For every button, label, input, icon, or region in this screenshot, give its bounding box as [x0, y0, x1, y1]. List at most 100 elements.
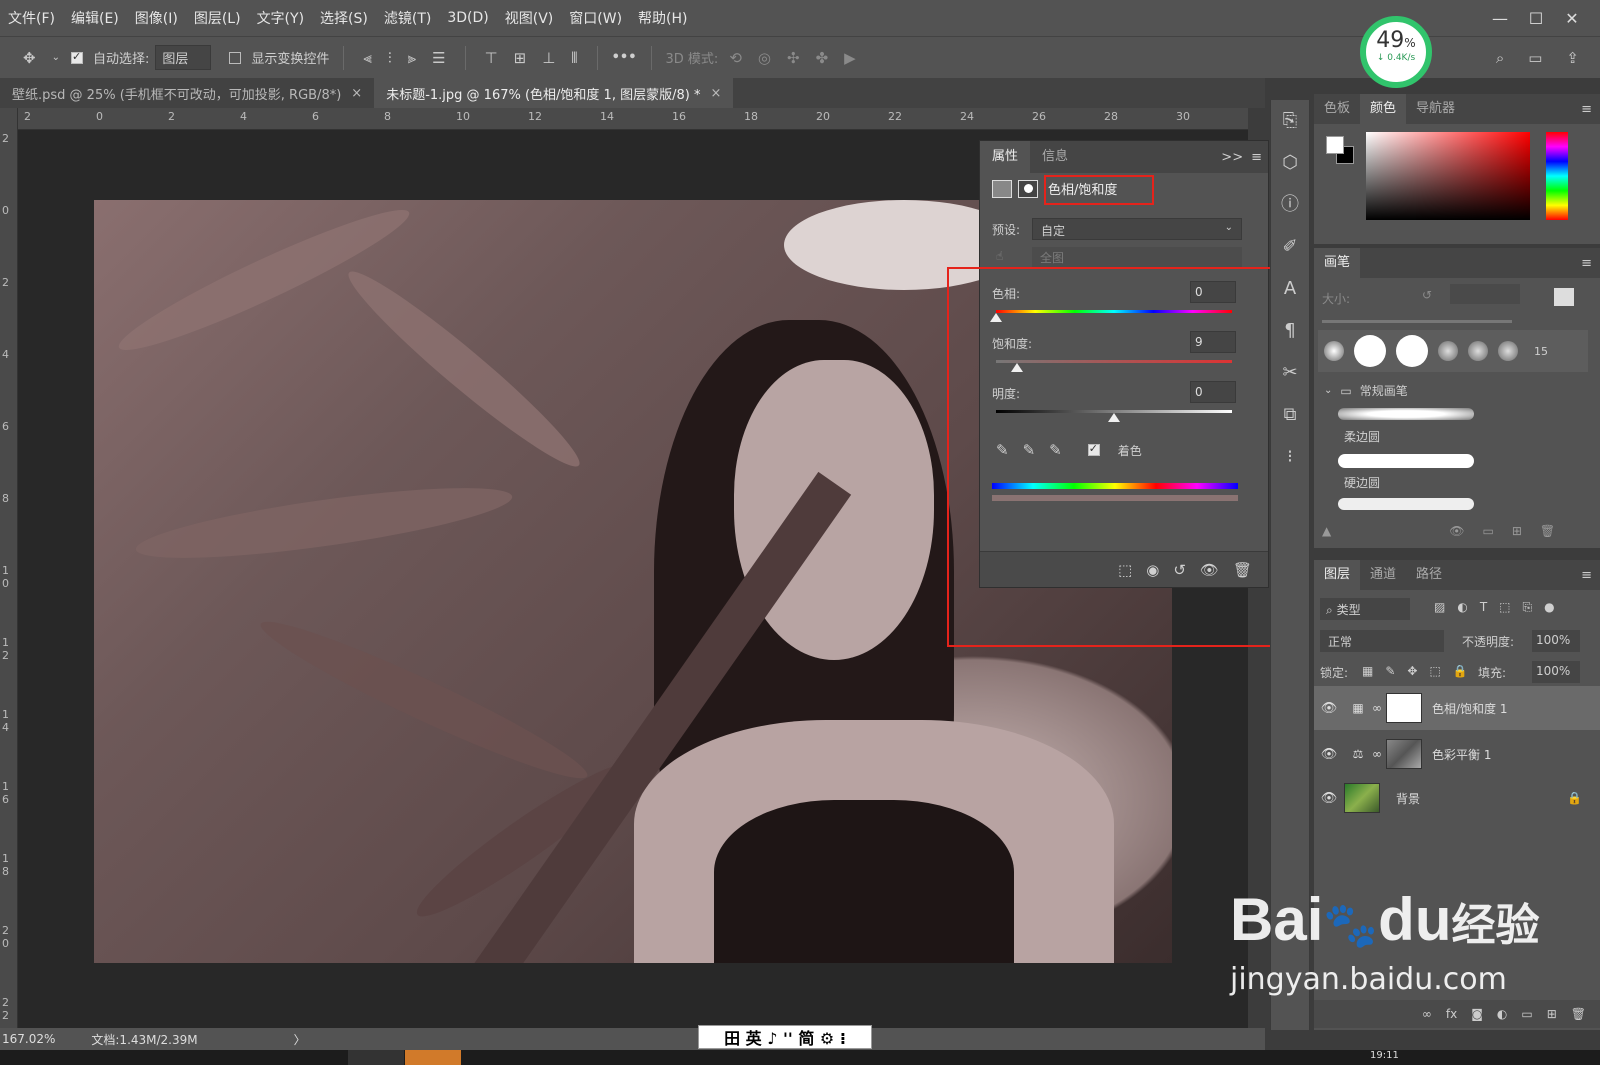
panel-menu-icon[interactable]: ≡ — [1251, 150, 1268, 165]
blend-mode-dropdown[interactable]: 正常 — [1320, 630, 1444, 652]
menu-select[interactable]: 选择(S) — [312, 8, 376, 28]
filter-shape-icon[interactable]: ⬚ — [1499, 600, 1510, 615]
info-icon[interactable]: ⓘ — [1271, 184, 1309, 226]
zoom-level[interactable]: 167.02% — [2, 1032, 55, 1046]
3d-cube-icon[interactable]: ⬡ — [1271, 142, 1309, 184]
delete-icon[interactable]: 🗑 — [1540, 524, 1555, 538]
soft-brush-preset[interactable] — [1498, 341, 1518, 361]
paragraph-icon[interactable]: ¶ — [1271, 310, 1309, 352]
hand-target-icon[interactable]: ☝ — [996, 249, 1003, 263]
hard-brush-preset[interactable] — [1396, 335, 1428, 367]
character-icon[interactable]: A — [1271, 268, 1309, 310]
folder-icon[interactable]: ▭ — [1482, 524, 1493, 538]
filter-type-icon[interactable]: T — [1480, 600, 1487, 615]
layer-mask-thumbnail[interactable] — [1386, 739, 1422, 769]
expand-button[interactable]: >> — [1221, 150, 1251, 165]
soft-brush-preset[interactable] — [1438, 341, 1458, 361]
auto-select-checkbox[interactable] — [70, 50, 83, 64]
filter-smart-icon[interactable]: ⎘ — [1523, 600, 1533, 615]
panel-menu-icon[interactable]: ≡ — [1581, 102, 1600, 117]
layer-row[interactable]: 👁 背景 🔒 — [1314, 776, 1600, 820]
link-layers-icon[interactable]: ∞ — [1422, 1007, 1432, 1021]
menu-filter[interactable]: 滤镜(T) — [376, 8, 439, 28]
layer-comps-icon[interactable]: ⁝ — [1271, 436, 1309, 478]
new-layer-icon[interactable]: ⊞ — [1547, 1007, 1557, 1021]
layer-mask-thumbnail[interactable] — [1386, 693, 1422, 723]
soft-brush-preset[interactable] — [1468, 341, 1488, 361]
status-arrow[interactable]: 〉 — [294, 1031, 306, 1048]
menu-file[interactable]: 文件(F) — [0, 8, 63, 28]
new-brush-icon[interactable]: ⊞ — [1512, 524, 1522, 538]
soft-brush-preset[interactable] — [1324, 341, 1344, 361]
panel-menu-icon[interactable]: ≡ — [1581, 256, 1600, 271]
lock-artboard-icon[interactable]: ⬚ — [1429, 664, 1440, 678]
visibility-icon[interactable]: 👁 — [1314, 747, 1344, 762]
tab-layers[interactable]: 图层 — [1314, 560, 1361, 590]
fill-input[interactable]: 100% — [1532, 661, 1580, 683]
history-icon[interactable]: ⎘ — [1271, 100, 1309, 142]
menu-window[interactable]: 窗口(W) — [561, 8, 630, 28]
fx-icon[interactable]: fx — [1446, 1007, 1457, 1021]
3d-orbit-icon[interactable]: ⟲ — [724, 49, 747, 67]
color-field[interactable] — [1366, 132, 1530, 220]
align-left-icon[interactable]: ⫷ — [358, 49, 376, 67]
tab-paths[interactable]: 路径 — [1406, 560, 1452, 590]
lock-position-icon[interactable]: ✥ — [1407, 664, 1417, 678]
filter-adjustment-icon[interactable]: ◐ — [1457, 600, 1467, 615]
lock-transparent-icon[interactable]: ▦ — [1362, 664, 1373, 678]
menu-help[interactable]: 帮助(H) — [630, 8, 695, 28]
tab-brushes[interactable]: 画笔 — [1314, 248, 1361, 278]
hard-brush-preset[interactable] — [1354, 335, 1386, 367]
hard-round-stroke[interactable] — [1338, 454, 1474, 468]
align-bottom-icon[interactable]: ⊥ — [537, 49, 560, 67]
tab-swatches[interactable]: 色板 — [1314, 94, 1360, 124]
auto-select-dropdown[interactable]: 图层 — [155, 45, 212, 70]
close-tab-icon[interactable]: × — [710, 86, 721, 101]
taskbar-app[interactable] — [348, 1050, 404, 1065]
opacity-input[interactable]: 100% — [1532, 630, 1580, 652]
new-group-icon[interactable]: ▭ — [1521, 1007, 1532, 1021]
lock-all-icon[interactable]: 🔒 — [1453, 664, 1468, 678]
align-top-icon[interactable]: ⊤ — [480, 49, 503, 67]
filter-pixel-icon[interactable]: ▨ — [1434, 600, 1445, 615]
soft-round-stroke[interactable] — [1338, 408, 1474, 420]
3d-pan-icon[interactable]: ✣ — [782, 49, 805, 67]
tab-channels[interactable]: 通道 — [1360, 560, 1406, 590]
minimize-button[interactable]: — — [1482, 9, 1518, 28]
mask-icon[interactable] — [1018, 179, 1038, 198]
taskbar-app-active[interactable] — [405, 1050, 461, 1065]
3d-camera-icon[interactable]: ▶ — [839, 49, 861, 67]
hue-spectrum[interactable] — [1546, 132, 1568, 220]
delete-icon[interactable]: 🗑 — [1571, 1007, 1586, 1021]
add-mask-icon[interactable]: ◙ — [1471, 1007, 1483, 1021]
tab-wallpaper[interactable]: 壁纸.psd @ 25% (手机框不可改动，可加投影, RGB/8*) × — [0, 78, 374, 108]
brush-size-input[interactable] — [1450, 284, 1520, 304]
move-tool-icon[interactable]: ✥ — [18, 49, 41, 67]
maximize-button[interactable]: ☐ — [1518, 9, 1554, 28]
brush-size-small-icon[interactable]: ▲ — [1322, 524, 1331, 538]
search-icon[interactable]: ⌕ — [1491, 49, 1509, 67]
distribute-icon[interactable]: ☰ — [427, 49, 450, 67]
distribute-vertical-icon[interactable]: ⫴ — [566, 49, 582, 67]
layer-filter-dropdown[interactable]: ⌕ 类型 — [1320, 598, 1410, 620]
brush-stroke[interactable] — [1338, 498, 1474, 510]
close-button[interactable]: ✕ — [1554, 9, 1590, 28]
tab-color[interactable]: 颜色 — [1360, 94, 1407, 124]
preset-dropdown[interactable]: 自定 ⌄ — [1032, 218, 1242, 240]
3d-roll-icon[interactable]: ◎ — [753, 49, 776, 67]
menu-view[interactable]: 视图(V) — [497, 8, 562, 28]
filter-toggle-icon[interactable]: ● — [1544, 600, 1554, 615]
menu-layer[interactable]: 图层(L) — [186, 8, 249, 28]
menu-image[interactable]: 图像(I) — [127, 8, 186, 28]
range-dropdown[interactable]: 全图 — [1032, 247, 1242, 267]
menu-3d[interactable]: 3D(D) — [439, 10, 496, 26]
3d-slide-icon[interactable]: ✤ — [811, 49, 834, 67]
lock-pixels-icon[interactable]: ✎ — [1385, 664, 1395, 678]
layer-thumbnail[interactable] — [1344, 783, 1380, 813]
brush-size-slider[interactable] — [1322, 320, 1512, 323]
brush-settings-icon[interactable]: ✐ — [1271, 226, 1309, 268]
brush-group-header[interactable]: ⌄ ▭ 常规画笔 — [1324, 382, 1408, 399]
tool-presets-icon[interactable]: ✂ — [1271, 352, 1309, 394]
menu-type[interactable]: 文字(Y) — [249, 8, 312, 28]
close-tab-icon[interactable]: × — [351, 86, 362, 101]
